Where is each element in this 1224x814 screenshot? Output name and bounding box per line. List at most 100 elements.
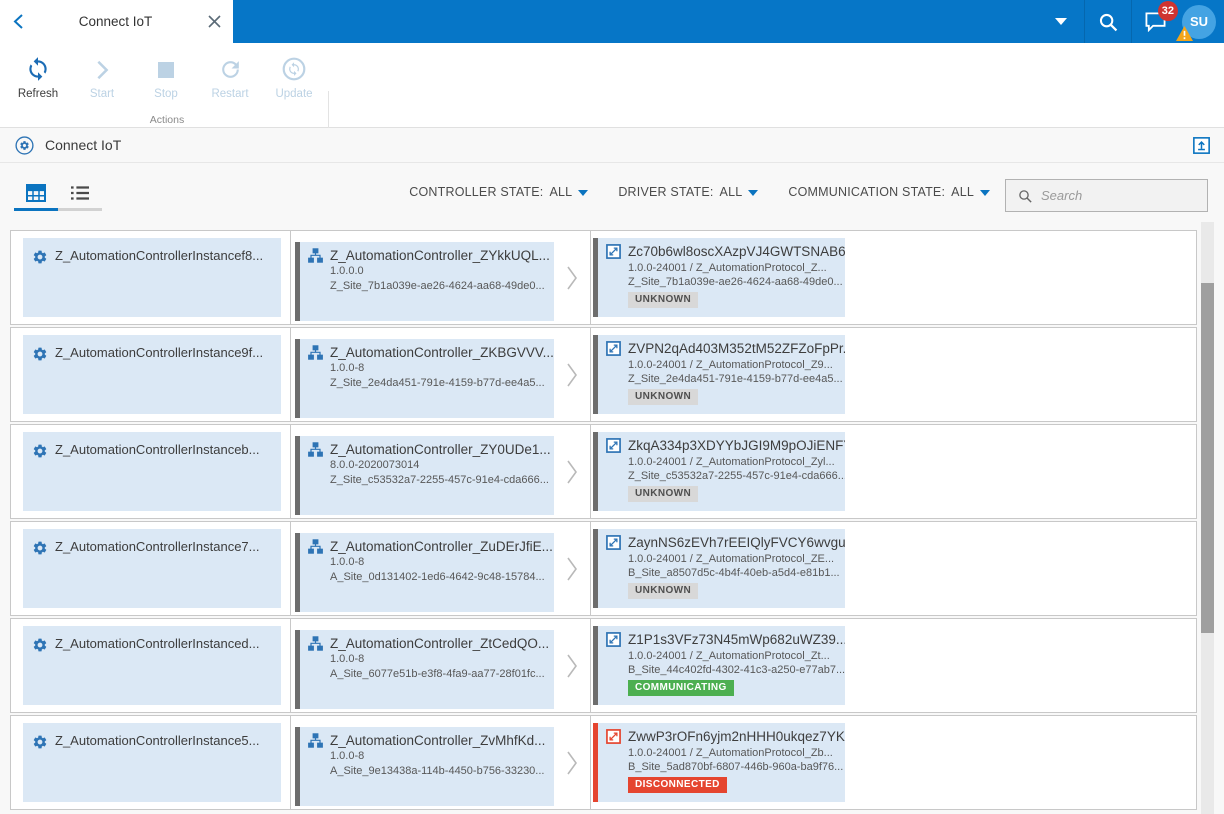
driver-name: ZwwP3rOFn6yjm2nHHH0ukqez7YK0 bbox=[628, 729, 845, 744]
controller-card[interactable]: Z_AutomationController_ZY0UDe1... 8.0.0-… bbox=[295, 435, 554, 515]
table-row[interactable]: Z_AutomationControllerInstanceb... Z_Aut… bbox=[10, 424, 1197, 519]
view-toggle bbox=[14, 178, 102, 211]
controller-instance-card[interactable]: Z_AutomationControllerInstance5... bbox=[23, 723, 281, 802]
table-row[interactable]: Z_AutomationControllerInstance7... Z_Aut… bbox=[10, 521, 1197, 616]
expand-panel-button[interactable] bbox=[1193, 137, 1210, 154]
action-toolbar: Refresh Start Stop Restart Update Action… bbox=[0, 43, 1224, 165]
controller-table: Z_AutomationControllerInstancef8... Z_Au… bbox=[10, 230, 1197, 812]
driver-name: ZVPN2qAd403M352tM52ZFZoFpPr... bbox=[628, 341, 845, 356]
controller-name: Z_AutomationController_ZYkkUQL... bbox=[330, 247, 550, 263]
page-title: Connect IoT bbox=[45, 137, 122, 153]
controller-card[interactable]: Z_AutomationController_ZYkkUQL... 1.0.0.… bbox=[295, 241, 554, 321]
back-button[interactable] bbox=[0, 0, 36, 43]
controller-card[interactable]: Z_AutomationController_ZKBGVVV... 1.0.0-… bbox=[295, 338, 554, 418]
caret-down-icon bbox=[748, 190, 759, 196]
search-input[interactable] bbox=[1041, 188, 1191, 203]
driver-card[interactable]: Z1P1s3VFz73N45mWp682uWZ39... 1.0.0-24001… bbox=[593, 626, 845, 705]
controller-instance-card[interactable]: Z_AutomationControllerInstancef8... bbox=[23, 238, 281, 317]
controller-name: Z_AutomationController_ZKBGVVV... bbox=[330, 344, 554, 360]
driver-card[interactable]: ZaynNS6zEVh7rEEIQlyFVCY6wvgu... 1.0.0-24… bbox=[593, 529, 845, 608]
controller-name: Z_AutomationController_ZY0UDe1... bbox=[330, 441, 551, 457]
communication-state-badge: UNKNOWN bbox=[628, 389, 699, 405]
sitemap-icon bbox=[308, 733, 323, 748]
protocol-link-icon bbox=[606, 632, 621, 647]
tab-close-button[interactable] bbox=[195, 0, 233, 43]
driver-version-protocol: 1.0.0-24001 / Z_AutomationProtocol_Z... bbox=[628, 261, 827, 274]
list-view-button[interactable] bbox=[58, 178, 102, 211]
controller-card[interactable]: Z_AutomationController_ZvMhfKd... 1.0.0-… bbox=[295, 726, 554, 806]
driver-site: Z_Site_7b1a039e-ae26-4624-aa68-49de0... bbox=[628, 276, 843, 288]
connect-iot-gear-icon bbox=[15, 135, 34, 155]
driver-card[interactable]: ZkqA334p3XDYYbJGI9M9pOJiENFYN 1.0.0-2400… bbox=[593, 432, 845, 511]
table-row[interactable]: Z_AutomationControllerInstancef8... Z_Au… bbox=[10, 230, 1197, 325]
controller-version: 8.0.0-2020073014 bbox=[330, 459, 420, 471]
table-row[interactable]: Z_AutomationControllerInstance9f... Z_Au… bbox=[10, 327, 1197, 422]
controller-instance-card[interactable]: Z_AutomationControllerInstanced... bbox=[23, 626, 281, 705]
sitemap-icon bbox=[308, 442, 323, 457]
controller-card[interactable]: Z_AutomationController_ZtCedQO... 1.0.0-… bbox=[295, 629, 554, 709]
caret-down-icon bbox=[980, 190, 990, 196]
chevron-right-icon bbox=[566, 750, 578, 776]
controller-version: 1.0.0-8 bbox=[330, 556, 365, 568]
gear-icon bbox=[32, 734, 48, 750]
communication-state-badge: UNKNOWN bbox=[628, 292, 699, 308]
controller-version: 1.0.0.0 bbox=[330, 265, 364, 277]
protocol-link-icon bbox=[606, 341, 621, 356]
restart-icon bbox=[218, 57, 243, 82]
controller-version: 1.0.0-8 bbox=[330, 750, 365, 762]
protocol-link-icon bbox=[606, 438, 621, 453]
table-row[interactable]: Z_AutomationControllerInstanced... Z_Aut… bbox=[10, 618, 1197, 713]
controller-instance-name: Z_AutomationControllerInstance9f... bbox=[55, 345, 264, 360]
driver-name: Zc70b6wl8oscXAzpVJ4GWTSNAB6uj bbox=[628, 244, 845, 259]
notifications-button[interactable]: 32 bbox=[1132, 0, 1178, 43]
controller-card[interactable]: Z_AutomationController_ZuDErJfiE... 1.0.… bbox=[295, 532, 554, 612]
driver-card[interactable]: ZwwP3rOFn6yjm2nHHH0ukqez7YK0 1.0.0-24001… bbox=[593, 723, 845, 802]
search-button[interactable] bbox=[1085, 0, 1131, 43]
page-header: Connect IoT bbox=[0, 128, 1224, 163]
refresh-button[interactable]: Refresh bbox=[6, 48, 70, 100]
stop-icon bbox=[158, 62, 174, 78]
grid-view-button[interactable] bbox=[14, 178, 58, 211]
caret-down-icon bbox=[578, 190, 589, 196]
controller-site: Z_Site_2e4da451-791e-4159-b77d-ee4a5... bbox=[330, 376, 545, 389]
driver-card[interactable]: ZVPN2qAd403M352tM52ZFZoFpPr... 1.0.0-240… bbox=[593, 335, 845, 414]
update-button[interactable]: Update bbox=[262, 48, 326, 100]
sitemap-icon bbox=[308, 539, 323, 554]
top-bar: Connect IoT 32 SU bbox=[0, 0, 1224, 43]
search-box bbox=[1005, 179, 1208, 212]
gear-icon bbox=[32, 443, 48, 459]
start-icon bbox=[97, 60, 109, 80]
controller-site: Z_Site_7b1a039e-ae26-4624-aa68-49de0... bbox=[330, 279, 545, 292]
chevron-right-icon bbox=[566, 265, 578, 291]
toolbar-group-label: Actions bbox=[149, 114, 185, 126]
controller-instance-card[interactable]: Z_AutomationControllerInstance9f... bbox=[23, 335, 281, 414]
chevron-right-icon bbox=[566, 556, 578, 582]
tab-connect-iot[interactable]: Connect IoT bbox=[36, 14, 195, 29]
driver-version-protocol: 1.0.0-24001 / Z_AutomationProtocol_Zb... bbox=[628, 746, 833, 759]
filter-communication-state[interactable]: COMMUNICATION STATE: ALL bbox=[788, 185, 990, 199]
expand-panel-icon bbox=[1193, 137, 1210, 154]
driver-version-protocol: 1.0.0-24001 / Z_AutomationProtocol_ZE... bbox=[628, 552, 835, 565]
controller-name: Z_AutomationController_ZuDErJfiE... bbox=[330, 538, 553, 554]
controller-instance-card[interactable]: Z_AutomationControllerInstance7... bbox=[23, 529, 281, 608]
driver-site: B_Site_44c402fd-4302-41c3-a250-e77ab7... bbox=[628, 664, 845, 676]
filter-controller-state[interactable]: CONTROLLER STATE: ALL bbox=[409, 185, 589, 199]
sitemap-icon bbox=[308, 345, 323, 360]
filter-driver-state[interactable]: DRIVER STATE: ALL bbox=[618, 185, 759, 199]
communication-state-badge: COMMUNICATING bbox=[628, 680, 734, 696]
controller-instance-card[interactable]: Z_AutomationControllerInstanceb... bbox=[23, 432, 281, 511]
gear-icon bbox=[32, 637, 48, 653]
dropdown-caret-button[interactable] bbox=[1038, 0, 1084, 43]
restart-button[interactable]: Restart bbox=[198, 48, 262, 100]
driver-card[interactable]: Zc70b6wl8oscXAzpVJ4GWTSNAB6uj 1.0.0-2400… bbox=[593, 238, 845, 317]
gear-icon bbox=[32, 346, 48, 362]
scrollbar-thumb[interactable] bbox=[1201, 283, 1214, 633]
controller-name: Z_AutomationController_ZvMhfKd... bbox=[330, 732, 546, 748]
sitemap-icon bbox=[308, 636, 323, 651]
protocol-link-icon bbox=[606, 729, 621, 744]
start-button[interactable]: Start bbox=[70, 48, 134, 100]
avatar[interactable]: SU bbox=[1176, 4, 1216, 41]
list-view-icon bbox=[71, 186, 89, 200]
stop-button[interactable]: Stop bbox=[134, 48, 198, 100]
table-row[interactable]: Z_AutomationControllerInstance5... Z_Aut… bbox=[10, 715, 1197, 810]
